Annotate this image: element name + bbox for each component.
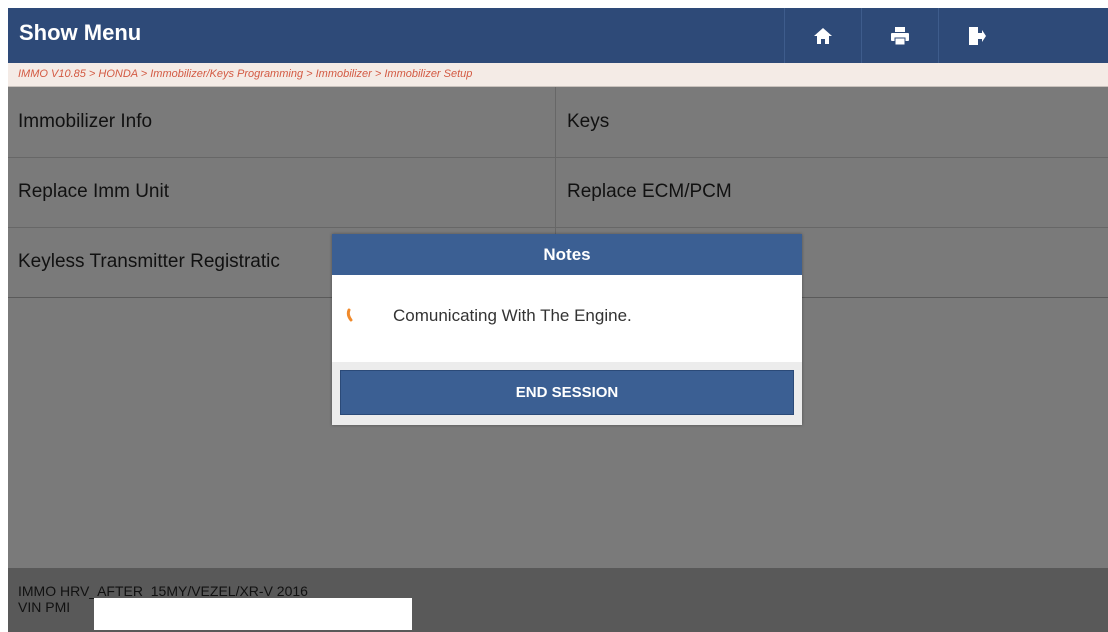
vin-redaction [94, 598, 412, 630]
notes-dialog: Notes Comunicating With The Engine. END … [332, 234, 802, 425]
vin-label: VIN PMI [18, 599, 71, 615]
home-button[interactable] [784, 8, 861, 63]
menu-row: Immobilizer Info Keys [8, 87, 1108, 158]
menu-row: Replace Imm Unit Replace ECM/PCM [8, 157, 1108, 228]
dialog-title: Notes [332, 234, 802, 275]
page-title: Show Menu [19, 20, 142, 45]
vehicle-model: IMMO HRV_AFTER_15MY/VEZEL/XR-V 2016 [18, 583, 308, 599]
exit-icon [969, 26, 986, 45]
dialog-footer: END SESSION [332, 362, 802, 425]
header-bar: Show Menu [8, 8, 1108, 63]
dialog-message: Comunicating With The Engine. [393, 306, 632, 325]
breadcrumb: IMMO V10.85 > HONDA > Immobilizer/Keys P… [8, 63, 1108, 87]
print-icon [891, 26, 909, 45]
menu-item-immobilizer-info[interactable]: Immobilizer Info [8, 87, 556, 157]
dialog-body: Comunicating With The Engine. [332, 275, 802, 362]
menu-item-keys[interactable]: Keys [557, 87, 1108, 157]
loading-spinner-icon [346, 308, 353, 322]
home-icon [814, 27, 832, 44]
vehicle-info-footer: IMMO HRV_AFTER_15MY/VEZEL/XR-V 2016 VIN … [8, 568, 1108, 632]
menu-item-replace-ecm-pcm[interactable]: Replace ECM/PCM [557, 157, 1108, 227]
print-button[interactable] [861, 8, 938, 63]
breadcrumb-path: IMMO V10.85 > HONDA > Immobilizer/Keys P… [18, 68, 473, 80]
exit-button[interactable] [938, 8, 1015, 63]
app-screen: Show Menu IMMO V10.85 > HONDA > Immobili… [8, 8, 1108, 632]
end-session-button[interactable]: END SESSION [340, 370, 794, 415]
menu-item-replace-imm-unit[interactable]: Replace Imm Unit [8, 157, 556, 227]
